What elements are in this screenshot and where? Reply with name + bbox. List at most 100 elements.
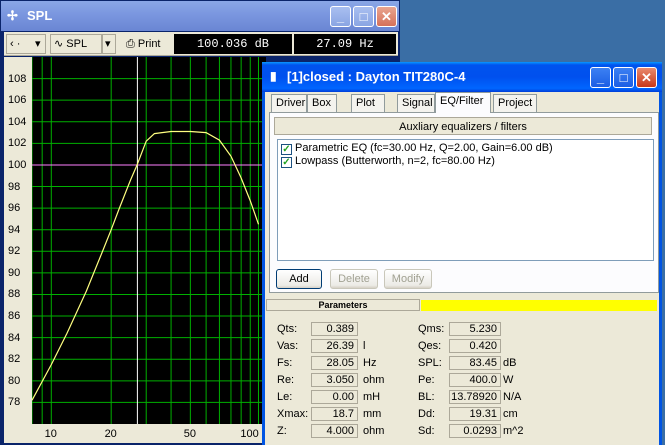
y-tick-label: 82 (8, 354, 32, 366)
modify-button[interactable]: Modify (384, 269, 432, 289)
add-button[interactable]: Add (276, 269, 322, 289)
minimize-button[interactable]: _ (590, 67, 611, 88)
waveform-icon: ∿ (54, 38, 64, 50)
param-value: 4.000 (311, 424, 358, 438)
y-tick-label: 92 (8, 246, 32, 258)
param-unit: ohm (363, 374, 385, 386)
delete-button[interactable]: Delete (330, 269, 378, 289)
param-label: Qes: (418, 340, 442, 352)
close-button[interactable]: ✕ (376, 6, 397, 27)
param-value: 400.0 (449, 373, 501, 387)
param-value: 28.05 (311, 356, 358, 370)
tab-project[interactable]: Project (493, 94, 537, 112)
tab-eq-filter[interactable]: EQ/Filter (435, 92, 491, 113)
param-label: Qts: (277, 323, 298, 335)
spl-button-label: SPL (66, 38, 88, 50)
y-tick-label: 98 (8, 181, 32, 193)
minimize-icon: _ (336, 9, 345, 24)
tab-signal[interactable]: Signal (397, 94, 435, 112)
param-unit: m^2 (503, 425, 524, 437)
driver-window: ▮ [1]closed : Dayton TIT280C-4 _ □ ✕ Dri… (262, 62, 662, 445)
param-unit: mH (363, 391, 381, 403)
param-value: 83.45 (449, 356, 501, 370)
filter-label: Parametric EQ (fc=30.00 Hz, Q=2.00, Gain… (295, 142, 553, 154)
y-tick-label: 80 (8, 375, 32, 387)
param-value: 0.389 (311, 322, 358, 336)
tab-plot[interactable]: Plot (351, 94, 385, 112)
y-tick-label: 86 (8, 311, 32, 323)
parameters-header: Parameters (266, 299, 420, 311)
param-value: 0.420 (449, 339, 501, 353)
chevron-down-icon: ▾ (105, 38, 111, 50)
param-value: 0.00 (311, 390, 358, 404)
chevron-down-icon: ▾ (35, 38, 41, 50)
y-tick-label: 104 (8, 116, 32, 128)
driver-titlebar[interactable]: ▮ [1]closed : Dayton TIT280C-4 _ □ ✕ (262, 62, 662, 92)
param-value: 19.31 (449, 407, 501, 421)
driver-window-title: [1]closed : Dayton TIT280C-4 (287, 69, 466, 84)
y-tick-label: 96 (8, 203, 32, 215)
tab-driver[interactable]: Driver (271, 94, 307, 112)
param-unit: l (363, 340, 366, 352)
param-unit: cm (503, 408, 518, 420)
param-label: Fs: (277, 357, 293, 369)
spl-dropdown-arrow[interactable]: ▾ (102, 34, 116, 54)
maximize-icon: □ (619, 70, 628, 85)
print-button-label: Print (137, 38, 161, 50)
param-unit: W (503, 374, 514, 386)
maximize-button[interactable]: □ (613, 67, 634, 88)
param-value: 0.0293 (449, 424, 501, 438)
eq-filter-page: Auxliary equalizers / filters ✓ Parametri… (269, 112, 659, 293)
tab-box[interactable]: Box (307, 94, 337, 112)
checkbox-checked-icon[interactable]: ✓ (281, 157, 292, 168)
x-tick-label: 20 (104, 428, 117, 440)
list-item[interactable]: ✓ Parametric EQ (fc=30.00 Hz, Q=2.00, Gai… (281, 142, 553, 155)
param-unit: mm (363, 408, 382, 420)
y-tick-label: 84 (8, 332, 32, 344)
maximize-button[interactable]: □ (353, 6, 374, 27)
param-label: SPL: (418, 357, 442, 369)
spl-window-title: SPL (27, 8, 53, 23)
param-unit: Hz (363, 357, 377, 369)
param-label: Qms: (418, 323, 445, 335)
param-label: Dd: (418, 408, 436, 420)
spl-plot[interactable]: 78 80 82 84 86 88 90 92 94 96 98 100 102 104 106 108 10… (4, 57, 266, 443)
aux-equalizers-button[interactable]: Auxliary equalizers / filters (274, 117, 652, 135)
db-readout: 100.036 dB (174, 34, 292, 54)
filter-list[interactable]: ✓ Parametric EQ (fc=30.00 Hz, Q=2.00, Gai… (277, 139, 654, 261)
close-icon: ✕ (641, 70, 652, 85)
param-label: Re: (277, 374, 295, 386)
close-icon: ✕ (381, 9, 392, 24)
speaker-icon: ▮ (270, 69, 277, 83)
param-label: Xmax: (277, 408, 309, 420)
param-value: 18.7 (311, 407, 358, 421)
param-value: 13.78920 (449, 390, 501, 404)
printer-icon: ⎙ (126, 38, 135, 50)
param-label: Z: (277, 425, 287, 437)
print-button[interactable]: ⎙ Print (122, 34, 172, 54)
y-tick-label: 90 (8, 267, 32, 279)
y-tick-label: 78 (8, 397, 32, 409)
spl-curve (32, 130, 260, 401)
param-unit: ohm (363, 425, 385, 437)
parameters-status-bar (421, 300, 657, 311)
close-button[interactable]: ✕ (636, 67, 657, 88)
y-tick-label: 106 (8, 95, 32, 107)
param-label: BL: (418, 391, 435, 403)
x-tick-label: 100 (240, 428, 259, 440)
param-value: 3.050 (311, 373, 358, 387)
minimize-button[interactable]: _ (330, 6, 351, 27)
x-tick-label: 10 (44, 428, 57, 440)
checkbox-checked-icon[interactable]: ✓ (281, 144, 292, 155)
param-unit: dB (503, 357, 517, 369)
param-label: Sd: (418, 425, 435, 437)
y-tick-label: 88 (8, 289, 32, 301)
list-item[interactable]: ✓ Lowpass (Butterworth, n=2, fc=80.00 Hz) (281, 155, 495, 168)
spl-button[interactable]: ∿ SPL (50, 34, 102, 54)
spl-titlebar[interactable]: ✢ SPL _ □ ✕ (1, 1, 399, 31)
nav-dropdown[interactable]: ‹ · ▾ (6, 34, 46, 54)
spl-chart-svg (32, 57, 266, 424)
hz-readout: 27.09 Hz (294, 34, 396, 54)
param-label: Le: (277, 391, 293, 403)
x-tick-label: 50 (183, 428, 196, 440)
